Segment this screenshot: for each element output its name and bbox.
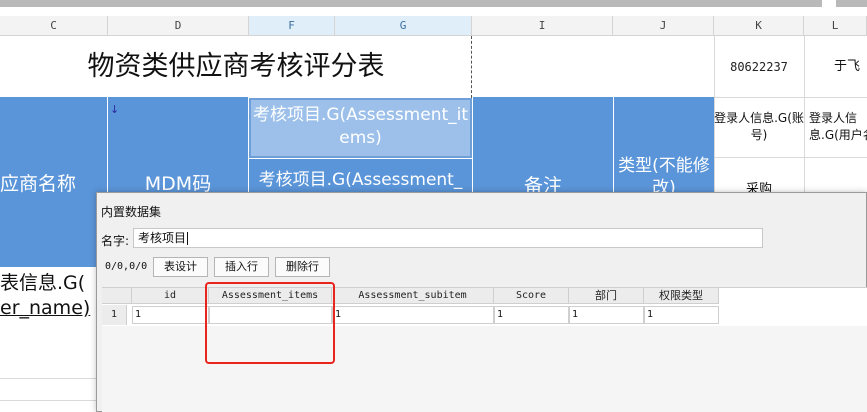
scrollbar-end[interactable]	[836, 0, 867, 7]
name-label: 名字:	[101, 234, 130, 248]
col-header-l[interactable]: L	[804, 16, 867, 36]
text-caret	[187, 232, 189, 245]
col-department[interactable]: 部门	[569, 288, 644, 304]
cell-emp-name[interactable]: er_name)	[0, 297, 96, 323]
record-counter: 0/0,0/0	[105, 261, 148, 272]
cell-assessment-items-selected[interactable]: 考核项目.G(Assessment_items)	[249, 98, 472, 158]
assessment-items-2-text: 考核项目.G(Assessment_	[258, 170, 463, 190]
supplier-name-text: 应商名称	[0, 173, 77, 195]
col-id[interactable]: id	[132, 288, 209, 304]
cell-remarks[interactable]: 备注	[473, 97, 613, 192]
col-header-g[interactable]: G	[335, 16, 472, 36]
table-cell[interactable]: 1	[644, 306, 719, 324]
col-header-k[interactable]: K	[714, 16, 804, 36]
dialog-title: 内置数据集	[101, 205, 162, 219]
col-header-j[interactable]: J	[613, 16, 714, 36]
insert-row-button[interactable]: 插入行	[214, 257, 269, 277]
cell-login-username[interactable]: 登录人信息.G(用户名	[805, 98, 867, 157]
delete-row-button[interactable]: 删除行	[275, 257, 330, 277]
name-input[interactable]: 考核项目	[133, 228, 763, 248]
login-username-text: 登录人信息.G(用户名	[809, 111, 867, 142]
table-cell[interactable]: 1	[132, 306, 209, 324]
cell-l-value[interactable]: 于飞	[804, 36, 867, 98]
cell-emp-info[interactable]: 表信息.G(	[0, 268, 96, 292]
table-design-button[interactable]: 表设计	[153, 257, 208, 277]
name-input-value: 考核项目	[138, 231, 187, 245]
col-header-d[interactable]: D	[108, 16, 249, 36]
highlight-box	[205, 282, 335, 364]
cell-type[interactable]: 类型(不能修改)	[614, 97, 714, 192]
cell-login-account[interactable]: 登录人信息.G(账号)	[714, 98, 804, 157]
cell-k-value[interactable]: 80622237	[714, 36, 804, 98]
assessment-items-text: 考核项目.G(Assessment_items)	[252, 105, 469, 148]
col-header-f[interactable]: F	[249, 16, 335, 36]
top-toolbar-band	[0, 0, 867, 16]
type-text: 类型(不能修改)	[618, 156, 710, 192]
table-cell[interactable]: 1	[569, 306, 644, 324]
sheet-title[interactable]: 物资类供应商考核评分表	[0, 36, 472, 98]
col-score[interactable]: Score	[494, 288, 569, 304]
table-cell[interactable]: 1	[332, 306, 494, 324]
remarks-text: 备注	[523, 175, 562, 192]
spreadsheet-window: C D F G I J K L 物资类供应商考核评分表 80622237 于飞 …	[0, 0, 867, 412]
row-number[interactable]: 1	[102, 305, 127, 325]
arrow-down-icon: ↓	[110, 103, 120, 116]
col-header-c[interactable]: C	[0, 16, 108, 36]
col-header-i[interactable]: I	[472, 16, 613, 36]
cell-assessment-items-2[interactable]: 考核项目.G(Assessment_	[249, 159, 472, 192]
gridline	[714, 157, 867, 158]
gridline	[0, 400, 96, 401]
col-assessment-subitem[interactable]: Assessment_subitem	[332, 288, 494, 304]
table-cell[interactable]: 1	[494, 306, 569, 324]
gridline	[0, 378, 96, 379]
table-corner	[102, 288, 132, 304]
horizontal-scrollbar[interactable]	[0, 0, 822, 7]
col-permission-type[interactable]: 权限类型	[644, 288, 719, 304]
cell-supplier-name[interactable]: 应商名称	[0, 97, 107, 267]
